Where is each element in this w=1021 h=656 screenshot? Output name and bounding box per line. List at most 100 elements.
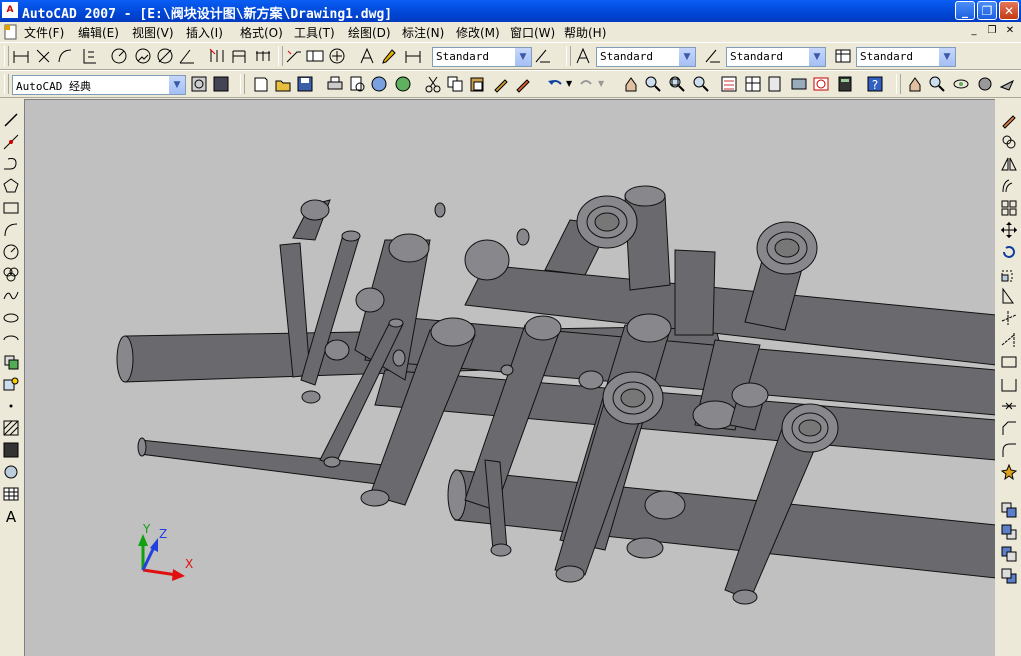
toolbar-grip[interactable] bbox=[4, 74, 9, 94]
menu-modify[interactable]: 修改(M) bbox=[456, 24, 500, 41]
close-button[interactable]: ✕ bbox=[999, 1, 1019, 20]
3d-pan-icon[interactable] bbox=[906, 75, 924, 93]
diameter-dim-icon[interactable] bbox=[156, 47, 174, 65]
fillet-icon[interactable] bbox=[1000, 441, 1018, 459]
array-icon[interactable] bbox=[1000, 199, 1018, 217]
radius-dim-icon[interactable] bbox=[110, 47, 128, 65]
send-to-back-icon[interactable] bbox=[1000, 523, 1018, 541]
cut-icon[interactable] bbox=[424, 75, 442, 93]
doc-restore-icon[interactable]: ❐ bbox=[985, 24, 999, 38]
minimize-button[interactable]: _ bbox=[955, 1, 975, 20]
erase-icon[interactable] bbox=[1000, 111, 1018, 129]
dimstyle-manager-icon[interactable] bbox=[534, 47, 552, 65]
quick-dim-icon[interactable] bbox=[208, 47, 226, 65]
ordinate-dim-icon[interactable] bbox=[80, 47, 98, 65]
autocad-app-icon[interactable]: A bbox=[2, 2, 18, 18]
dimtedit-icon[interactable] bbox=[380, 47, 398, 65]
toolbar-grip[interactable] bbox=[896, 74, 901, 94]
baseline-dim-icon[interactable] bbox=[230, 47, 248, 65]
help-icon[interactable]: ? bbox=[866, 75, 884, 93]
undo-dropdown-icon[interactable]: ▼ bbox=[566, 79, 572, 88]
multiline-text-icon[interactable]: A bbox=[2, 507, 20, 525]
doc-minimize-icon[interactable]: _ bbox=[967, 24, 981, 38]
continue-dim-icon[interactable] bbox=[254, 47, 272, 65]
table-style-icon[interactable] bbox=[834, 47, 852, 65]
drawing-viewport[interactable]: Y Z X bbox=[24, 99, 995, 656]
menu-window[interactable]: 窗口(W) bbox=[510, 24, 555, 41]
table-icon[interactable] bbox=[2, 485, 20, 503]
arc-length-icon[interactable] bbox=[56, 47, 74, 65]
move-icon[interactable] bbox=[1000, 221, 1018, 239]
menu-insert[interactable]: 插入(I) bbox=[186, 24, 223, 41]
circle-icon[interactable] bbox=[2, 243, 20, 261]
3d-fly-icon[interactable] bbox=[998, 75, 1016, 93]
tool-palettes-icon[interactable] bbox=[766, 75, 784, 93]
tolerance-icon[interactable] bbox=[306, 47, 324, 65]
rectangle-icon[interactable] bbox=[2, 199, 20, 217]
insert-block-icon[interactable] bbox=[2, 353, 20, 371]
table-style-combo[interactable]: Standard ▼ bbox=[856, 47, 956, 67]
rotate-icon[interactable] bbox=[1000, 243, 1018, 261]
chevron-down-icon[interactable]: ▼ bbox=[515, 48, 531, 66]
chevron-down-icon[interactable]: ▼ bbox=[169, 76, 185, 94]
zoom-previous-icon[interactable] bbox=[692, 75, 710, 93]
region-icon[interactable] bbox=[2, 463, 20, 481]
properties-icon[interactable] bbox=[720, 75, 738, 93]
copy-icon[interactable] bbox=[446, 75, 464, 93]
menu-help[interactable]: 帮助(H) bbox=[564, 24, 606, 41]
extend-icon[interactable] bbox=[1000, 331, 1018, 349]
text-style-combo[interactable]: Standard ▼ bbox=[596, 47, 696, 67]
construction-line-icon[interactable] bbox=[2, 133, 20, 151]
point-icon[interactable] bbox=[2, 397, 20, 415]
redo-icon[interactable] bbox=[578, 75, 596, 93]
break-icon[interactable] bbox=[1000, 375, 1018, 393]
make-block-icon[interactable] bbox=[2, 375, 20, 393]
workspace-combo[interactable]: AutoCAD 经典 ▼ bbox=[12, 75, 186, 95]
dim-update-icon[interactable] bbox=[404, 47, 422, 65]
document-icon[interactable] bbox=[3, 24, 19, 40]
quickcalc-icon[interactable] bbox=[836, 75, 854, 93]
ellipse-icon[interactable] bbox=[2, 309, 20, 327]
menu-draw[interactable]: 绘图(D) bbox=[348, 24, 391, 41]
copy-object-icon[interactable] bbox=[1000, 133, 1018, 151]
undo-icon[interactable] bbox=[546, 75, 564, 93]
bring-to-front-icon[interactable] bbox=[1000, 501, 1018, 519]
dim-style-combo[interactable]: Standard ▼ bbox=[432, 47, 532, 67]
restore-button[interactable]: ❐ bbox=[977, 1, 997, 20]
toolbar-grip[interactable] bbox=[4, 46, 9, 66]
polygon-icon[interactable] bbox=[2, 177, 20, 195]
toolbar-grip[interactable] bbox=[566, 46, 571, 66]
linear-dim-icon[interactable] bbox=[12, 47, 30, 65]
aligned-dim-icon[interactable] bbox=[34, 47, 52, 65]
revision-cloud-icon[interactable] bbox=[2, 265, 20, 283]
block-editor-icon[interactable] bbox=[514, 75, 532, 93]
menu-dimension[interactable]: 标注(N) bbox=[402, 24, 444, 41]
break-at-point-icon[interactable] bbox=[1000, 353, 1018, 371]
mirror-icon[interactable] bbox=[1000, 155, 1018, 173]
toolbar-grip[interactable] bbox=[240, 74, 245, 94]
join-icon[interactable] bbox=[1000, 397, 1018, 415]
3d-orbit-icon[interactable] bbox=[952, 75, 970, 93]
angular-dim-icon[interactable] bbox=[178, 47, 196, 65]
paste-icon[interactable] bbox=[468, 75, 486, 93]
arc-icon[interactable] bbox=[2, 221, 20, 239]
workspace-settings-icon[interactable] bbox=[190, 75, 208, 93]
dimension-style-combo[interactable]: Standard ▼ bbox=[726, 47, 826, 67]
menu-file[interactable]: 文件(F) bbox=[24, 24, 64, 41]
polyline-icon[interactable] bbox=[2, 155, 20, 173]
jogged-dim-icon[interactable] bbox=[134, 47, 152, 65]
ellipse-arc-icon[interactable] bbox=[2, 331, 20, 349]
dim-style-icon[interactable] bbox=[704, 47, 722, 65]
3d-dwf-icon[interactable] bbox=[394, 75, 412, 93]
dimedit-icon[interactable] bbox=[358, 47, 376, 65]
zoom-realtime-icon[interactable] bbox=[644, 75, 662, 93]
save-workspace-icon[interactable] bbox=[212, 75, 230, 93]
bring-above-icon[interactable] bbox=[1000, 545, 1018, 563]
open-icon[interactable] bbox=[274, 75, 292, 93]
gradient-icon[interactable] bbox=[2, 441, 20, 459]
save-icon[interactable] bbox=[296, 75, 314, 93]
zoom-window-icon[interactable] bbox=[668, 75, 686, 93]
hatch-icon[interactable] bbox=[2, 419, 20, 437]
new-icon[interactable] bbox=[252, 75, 270, 93]
model-3d-view[interactable]: Y Z X bbox=[25, 100, 995, 656]
